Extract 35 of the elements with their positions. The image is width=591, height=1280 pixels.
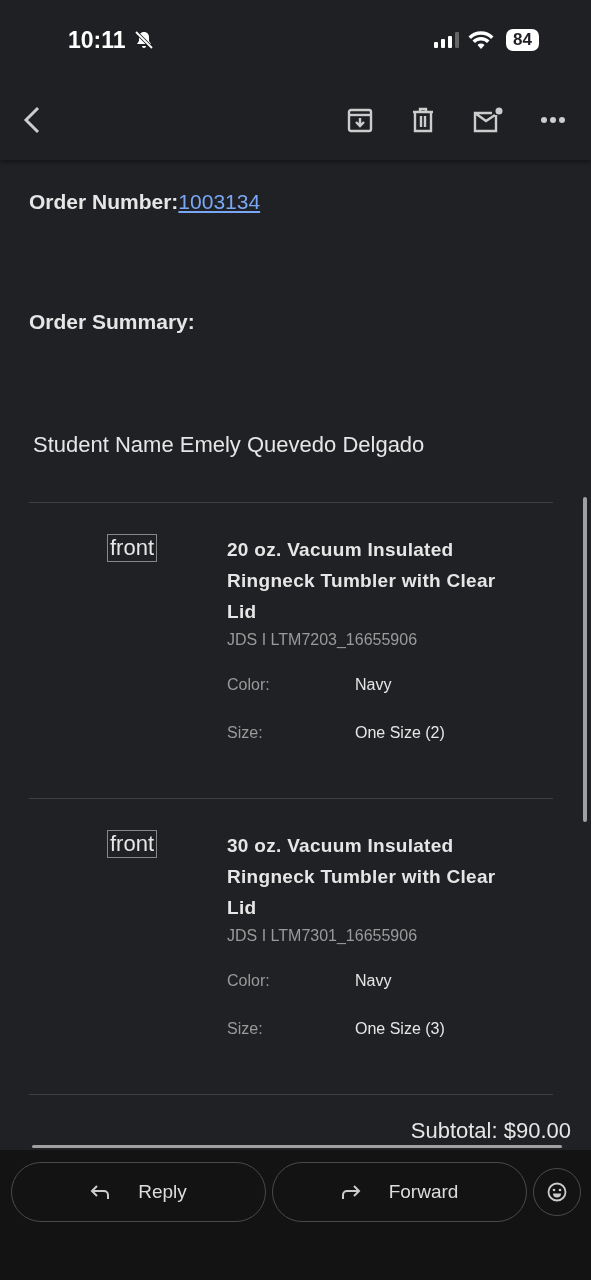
attribute-value: Navy — [355, 972, 392, 990]
trash-icon[interactable] — [411, 107, 435, 133]
broken-image: front — [106, 534, 157, 562]
attribute-value: Navy — [355, 676, 392, 694]
order-summary-heading: Order Summary: — [29, 310, 196, 334]
more-icon[interactable] — [541, 117, 565, 123]
archive-icon[interactable] — [347, 107, 373, 133]
forward-icon — [340, 1184, 361, 1200]
product-sku: JDS I LTM7203_16655906 — [227, 631, 419, 649]
reply-icon — [90, 1184, 111, 1200]
attribute-value: One Size (2) — [355, 724, 445, 742]
product-title: 30 oz. Vacuum Insulated Ringneck Tumbler with Clear Lid — [227, 834, 497, 920]
mail-icon[interactable] — [473, 107, 503, 133]
muted-bell-icon — [133, 30, 154, 50]
back-icon[interactable] — [22, 105, 42, 135]
signal-icon — [434, 32, 461, 48]
student-name: Student Name Emely Quevedo Delgado — [29, 432, 553, 503]
attribute-value: One Size (3) — [355, 1020, 445, 1038]
subtotal: Subtotal: $90.00 — [410, 1118, 571, 1144]
battery-icon: 84 — [506, 29, 539, 51]
reply-button[interactable]: Reply — [11, 1162, 266, 1222]
product-title: 20 oz. Vacuum Insulated Ringneck Tumbler with Clear Lid — [227, 538, 497, 624]
attribute-label: Color: — [227, 972, 271, 990]
attribute-label: Color: — [227, 676, 271, 694]
smiley-icon — [547, 1182, 567, 1202]
attribute-label: Size: — [227, 724, 264, 742]
attribute-label: Size: — [227, 1020, 264, 1038]
product-sku: JDS I LTM7301_16655906 — [227, 927, 419, 945]
order-number: Order Number:1003134 — [29, 190, 262, 215]
wifi-icon — [468, 30, 495, 50]
broken-image: front — [106, 830, 157, 858]
order-number-link[interactable]: 1003134 — [178, 190, 261, 213]
forward-button[interactable]: Forward — [272, 1162, 527, 1222]
status-time: 10:11 — [68, 26, 126, 54]
emoji-button[interactable] — [533, 1168, 581, 1216]
